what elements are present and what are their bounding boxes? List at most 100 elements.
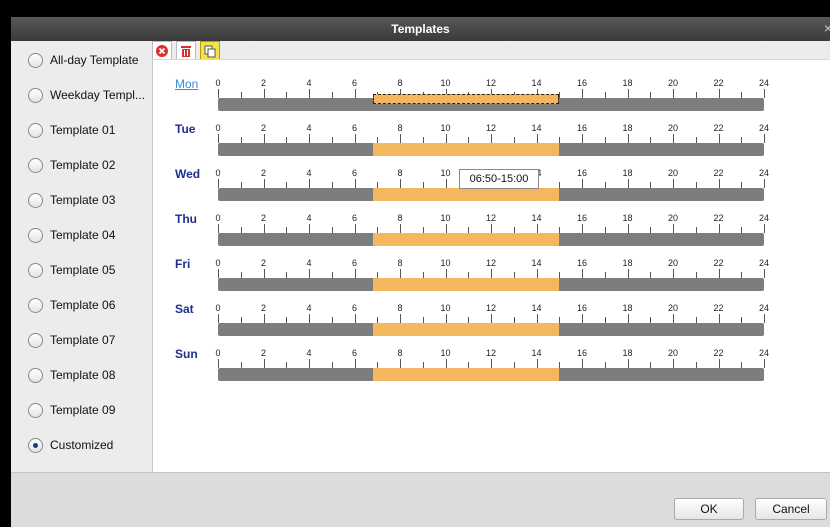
day-label-thu[interactable]: Thu: [175, 212, 215, 226]
tick-mark: [309, 179, 310, 188]
day-label-fri[interactable]: Fri: [175, 257, 215, 271]
template-option[interactable]: Template 08: [28, 365, 115, 385]
time-segment[interactable]: [373, 368, 560, 381]
copy-button[interactable]: [200, 41, 220, 61]
radio-button[interactable]: [28, 192, 43, 208]
tick-mark: [627, 359, 629, 368]
time-ruler: 024681012141618202224: [215, 213, 769, 253]
tick-mark: [673, 134, 674, 143]
tick-mark: [354, 224, 356, 233]
template-option[interactable]: Template 01: [28, 120, 115, 140]
template-option[interactable]: Weekday Templ...: [28, 85, 145, 105]
tick-label: 16: [576, 78, 588, 88]
day-label-sat[interactable]: Sat: [175, 302, 215, 316]
day-label-mon[interactable]: Mon: [175, 77, 215, 91]
tick-mark: [309, 224, 310, 233]
time-segment[interactable]: [373, 278, 560, 291]
tick-label: 6: [351, 123, 358, 133]
tick-label: 16: [576, 258, 588, 268]
tick-mark: [673, 359, 674, 368]
template-option[interactable]: Template 03: [28, 190, 115, 210]
radio-button[interactable]: [28, 402, 43, 418]
day-label-tue[interactable]: Tue: [175, 122, 215, 136]
timeline-bar[interactable]: [218, 188, 764, 201]
tick-label: 16: [576, 348, 588, 358]
template-option[interactable]: Template 06: [28, 295, 115, 315]
tick-label: 22: [713, 78, 724, 88]
tick-mark: [627, 224, 629, 233]
tick-mark: [445, 359, 447, 368]
day-label-wed[interactable]: Wed: [175, 167, 215, 181]
template-label: Template 09: [50, 403, 116, 417]
tick-label: 16: [576, 168, 588, 178]
timeline-bar[interactable]: [218, 278, 764, 291]
template-option[interactable]: Customized: [28, 435, 113, 455]
tick-label: 6: [351, 78, 358, 88]
tick-mark: [263, 359, 265, 368]
tick-label: 14: [531, 213, 542, 223]
tick-mark: [673, 269, 674, 278]
tick-mark: [764, 314, 765, 323]
tick-mark: [582, 179, 583, 188]
time-segment[interactable]: [373, 94, 560, 104]
radio-button[interactable]: [28, 227, 43, 243]
tick-mark: [718, 89, 720, 98]
tick-mark: [582, 89, 583, 98]
tick-label: 24: [758, 348, 770, 358]
timeline-bar[interactable]: [218, 368, 764, 381]
radio-button[interactable]: [28, 437, 43, 453]
radio-button[interactable]: [28, 332, 43, 348]
delete-button[interactable]: [152, 41, 172, 61]
time-segment[interactable]: [373, 143, 560, 156]
tick-label: 20: [667, 303, 679, 313]
timeline-bar[interactable]: [218, 94, 764, 111]
template-option[interactable]: Template 02: [28, 155, 115, 175]
time-segment[interactable]: [373, 323, 560, 336]
tick-label: 12: [485, 213, 497, 223]
template-option[interactable]: Template 04: [28, 225, 115, 245]
template-option[interactable]: All-day Template: [28, 50, 139, 70]
timeline-bar[interactable]: [218, 323, 764, 336]
tick-mark: [673, 179, 674, 188]
day-label-sun[interactable]: Sun: [175, 347, 215, 361]
radio-button[interactable]: [28, 367, 43, 383]
delete-icon: [156, 45, 168, 57]
tick-mark: [764, 179, 765, 188]
tick-mark: [445, 134, 447, 143]
template-label: Template 07: [50, 333, 116, 347]
tick-label: 24: [758, 258, 770, 268]
cancel-button[interactable]: Cancel: [755, 498, 827, 520]
ok-button[interactable]: OK: [674, 498, 744, 520]
tick-mark: [627, 134, 629, 143]
radio-button[interactable]: [28, 157, 43, 173]
tick-label: 4: [306, 258, 312, 268]
tick-label: 6: [351, 303, 358, 313]
timeline-bar[interactable]: [218, 143, 764, 156]
tick-mark: [445, 179, 447, 188]
tick-mark: [718, 224, 720, 233]
tick-label: 18: [622, 258, 633, 268]
template-option[interactable]: Template 07: [28, 330, 115, 350]
radio-button[interactable]: [28, 52, 43, 68]
tick-mark: [764, 269, 765, 278]
tick-mark: [354, 179, 356, 188]
close-icon[interactable]: ×: [824, 20, 830, 36]
timeline-bar[interactable]: [218, 233, 764, 246]
clear-all-button[interactable]: [176, 41, 196, 61]
template-label: Weekday Templ...: [50, 88, 145, 102]
template-option[interactable]: Template 09: [28, 400, 115, 420]
tick-mark: [263, 89, 265, 98]
tick-label: 0: [215, 348, 221, 358]
radio-button[interactable]: [28, 87, 43, 103]
time-segment[interactable]: [373, 188, 560, 201]
tick-mark: [536, 224, 538, 233]
radio-button[interactable]: [28, 122, 43, 138]
tick-label: 18: [622, 123, 633, 133]
radio-button[interactable]: [28, 262, 43, 278]
tick-mark: [218, 359, 219, 368]
tick-label: 24: [758, 78, 770, 88]
radio-button[interactable]: [28, 297, 43, 313]
tick-label: 8: [397, 123, 403, 133]
time-segment[interactable]: [373, 233, 560, 246]
template-option[interactable]: Template 05: [28, 260, 115, 280]
